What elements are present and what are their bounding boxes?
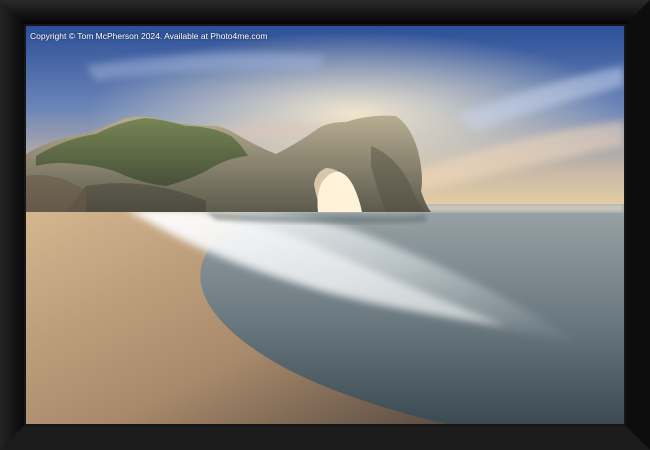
photograph: Copyright © Tom McPherson 2024. Availabl… xyxy=(26,26,624,424)
copyright-watermark: Copyright © Tom McPherson 2024. Availabl… xyxy=(30,31,268,41)
seascape-photo xyxy=(26,26,624,424)
picture-frame: Copyright © Tom McPherson 2024. Availabl… xyxy=(0,0,650,450)
